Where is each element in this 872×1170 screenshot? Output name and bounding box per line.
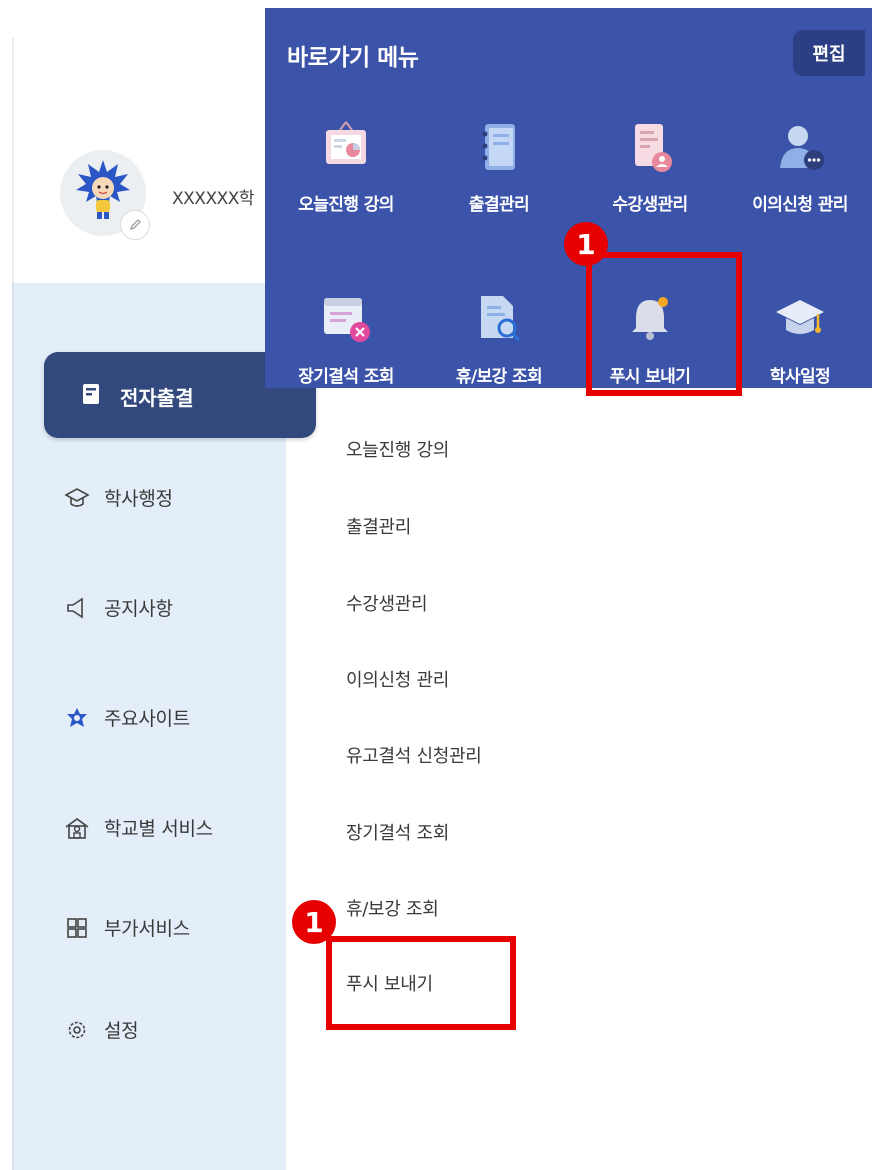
highlight-push-shortcut xyxy=(586,252,742,396)
shortcut-label: 오늘진행 강의 xyxy=(298,195,394,215)
sidebar-item-school-service[interactable]: 학교별 서비스 xyxy=(64,814,213,841)
megaphone-icon xyxy=(64,595,90,621)
person-more-icon xyxy=(772,120,828,176)
submenu-item-excused-absence[interactable]: 유고결석 신청관리 xyxy=(346,742,482,768)
edit-profile-button[interactable] xyxy=(120,210,150,240)
submenu-item-attendance[interactable]: 출결관리 xyxy=(346,513,411,539)
grid-icon xyxy=(64,915,90,941)
step-badge: 1 xyxy=(564,222,608,266)
sidebar-edge xyxy=(12,283,14,1170)
shortcut-label: 학사일정 xyxy=(769,367,831,387)
shortcut-schedule[interactable]: 학사일정 xyxy=(725,292,872,392)
sidebar-item-label: 주요사이트 xyxy=(104,708,190,730)
shortcut-label: 이의신청 관리 xyxy=(752,195,848,215)
sidebar-item-settings[interactable]: 설정 xyxy=(64,1016,139,1043)
student-list-icon xyxy=(622,120,678,176)
submenu-item-long-absence[interactable]: 장기결석 조회 xyxy=(346,819,449,845)
edit-button[interactable]: 편집 xyxy=(793,30,865,76)
highlight-push-submenu xyxy=(326,936,516,1030)
sidebar-item-extra-service[interactable]: 부가서비스 xyxy=(64,914,190,941)
shortcut-label: 장기결석 조회 xyxy=(298,367,394,387)
sidebar-item-notice[interactable]: 공지사항 xyxy=(64,594,173,621)
sidebar-item-academic[interactable]: 학사행정 xyxy=(64,484,173,511)
shortcut-makeup-class[interactable]: 휴/보강 조회 xyxy=(424,292,574,392)
sidebar-item-label: 공지사항 xyxy=(104,598,173,620)
shortcut-label: 출결관리 xyxy=(468,195,530,215)
school-icon xyxy=(64,815,90,841)
window-cancel-icon xyxy=(318,292,374,348)
submenu-item-makeup-class[interactable]: 휴/보강 조회 xyxy=(346,895,439,921)
lecture-board-icon xyxy=(318,120,374,176)
graduation-cap-icon xyxy=(772,292,828,348)
left-divider xyxy=(12,38,14,283)
sidebar-item-label: 학교별 서비스 xyxy=(104,818,213,840)
shortcut-label: 휴/보강 조회 xyxy=(455,367,543,387)
shortcut-attendance[interactable]: 출결관리 xyxy=(424,120,574,220)
shortcut-objection[interactable]: 이의신청 관리 xyxy=(725,120,872,220)
submenu-item-objection[interactable]: 이의신청 관리 xyxy=(346,666,449,692)
mortarboard-icon xyxy=(64,485,90,511)
pencil-icon xyxy=(129,219,141,231)
attendance-icon xyxy=(80,382,102,410)
shortcut-panel: 바로가기 메뉴 편집 오늘진행 강의 출결관리 수강생관리 이의신청 관리 장기… xyxy=(265,8,872,388)
document-search-icon xyxy=(471,292,527,348)
star-emblem-icon xyxy=(64,705,90,731)
user-name: XXXXXX학 xyxy=(172,189,255,209)
notebook-icon xyxy=(471,120,527,176)
gear-icon xyxy=(64,1017,90,1043)
shortcut-students[interactable]: 수강생관리 xyxy=(575,120,725,220)
sidebar-item-label: 학사행정 xyxy=(104,488,173,510)
shortcut-today-lecture[interactable]: 오늘진행 강의 xyxy=(271,120,421,220)
submenu-item-students[interactable]: 수강생관리 xyxy=(346,590,428,616)
sidebar-item-label: 부가서비스 xyxy=(104,918,190,940)
sidebar-item-label: 전자출결 xyxy=(120,386,194,410)
step-badge: 1 xyxy=(292,900,336,944)
shortcut-panel-title: 바로가기 메뉴 xyxy=(287,45,419,71)
shortcut-label: 수강생관리 xyxy=(612,195,688,215)
shortcut-long-absence[interactable]: 장기결석 조회 xyxy=(271,292,421,392)
sidebar-item-sites[interactable]: 주요사이트 xyxy=(64,704,190,731)
submenu-item-today-lecture[interactable]: 오늘진행 강의 xyxy=(346,436,449,462)
sidebar-item-label: 설정 xyxy=(104,1020,139,1042)
